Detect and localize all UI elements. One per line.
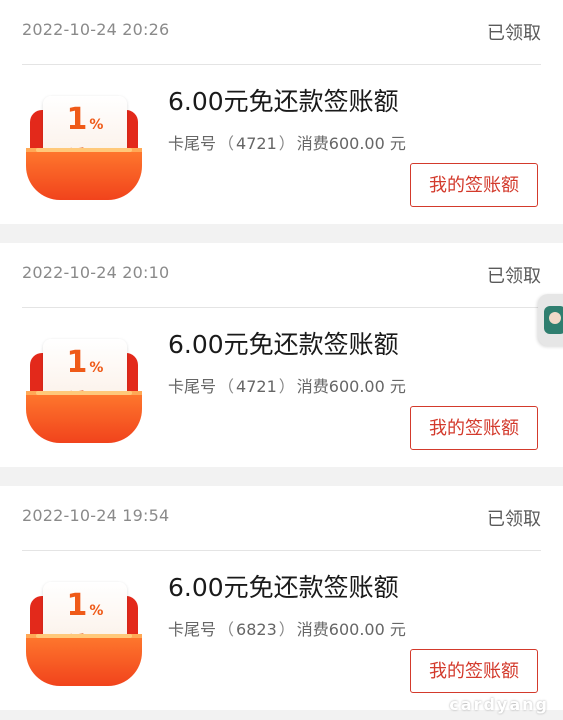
status-label: 已领取: [487, 266, 541, 287]
my-credit-button[interactable]: 我的签账额: [410, 649, 538, 693]
my-credit-button[interactable]: 我的签账额: [410, 406, 538, 450]
badge-percent: 1: [66, 588, 88, 623]
card-label: 卡尾号: [168, 620, 217, 639]
card-label: 卡尾号: [168, 377, 217, 396]
badge-percent-sign: %: [89, 603, 104, 619]
spend-label: 消费: [296, 134, 329, 153]
card-info: 卡尾号（6823）消费600.00 元: [168, 620, 406, 639]
cashback-badge-icon: 1% 返现: [26, 96, 142, 202]
floating-assistant-button[interactable]: [538, 294, 563, 346]
badge-percent: 1: [66, 102, 88, 137]
card-label: 卡尾号: [168, 134, 217, 153]
cashback-badge-icon: 1% 返现: [26, 582, 142, 688]
cashback-badge-icon: 1% 返现: [26, 339, 142, 445]
currency-unit: 元: [389, 377, 406, 396]
record-header: 2022-10-24 20:10 已领取: [22, 243, 541, 308]
card-last4: 4721: [236, 377, 277, 396]
badge-percent: 1: [66, 345, 88, 380]
reward-title: 6.00元免还款签账额: [168, 573, 399, 602]
record-date: 2022-10-24 20:10: [22, 263, 170, 282]
watermark: cardyang: [449, 695, 549, 714]
spend-amount: 600.00: [328, 620, 385, 639]
my-credit-button[interactable]: 我的签账额: [410, 163, 538, 207]
record-card: 2022-10-24 20:10 已领取 1% 返现 6.00元免还款签账额 卡…: [0, 243, 563, 467]
reward-title: 6.00元免还款签账额: [168, 330, 399, 359]
spend-amount: 600.00: [328, 134, 385, 153]
badge-percent-sign: %: [89, 360, 104, 376]
record-header: 2022-10-24 20:26 已领取: [22, 0, 541, 65]
currency-unit: 元: [389, 620, 406, 639]
record-card: 2022-10-24 19:54 已领取 1% 返现 6.00元免还款签账额 卡…: [0, 486, 563, 710]
record-header: 2022-10-24 19:54 已领取: [22, 486, 541, 551]
reward-title: 6.00元免还款签账额: [168, 87, 399, 116]
record-date: 2022-10-24 20:26: [22, 20, 170, 39]
badge-percent-sign: %: [89, 117, 104, 133]
card-last4: 4721: [236, 134, 277, 153]
spend-label: 消费: [296, 620, 329, 639]
card-last4: 6823: [236, 620, 277, 639]
card-info: 卡尾号（4721）消费600.00 元: [168, 377, 406, 396]
avatar-icon: [544, 306, 563, 334]
record-date: 2022-10-24 19:54: [22, 506, 170, 525]
spend-amount: 600.00: [328, 377, 385, 396]
currency-unit: 元: [389, 134, 406, 153]
status-label: 已领取: [487, 509, 541, 530]
record-card: 2022-10-24 20:26 已领取 1% 返现 6.00元免还款签账额 卡…: [0, 0, 563, 224]
status-label: 已领取: [487, 23, 541, 44]
spend-label: 消费: [296, 377, 329, 396]
card-info: 卡尾号（4721）消费600.00 元: [168, 134, 406, 153]
